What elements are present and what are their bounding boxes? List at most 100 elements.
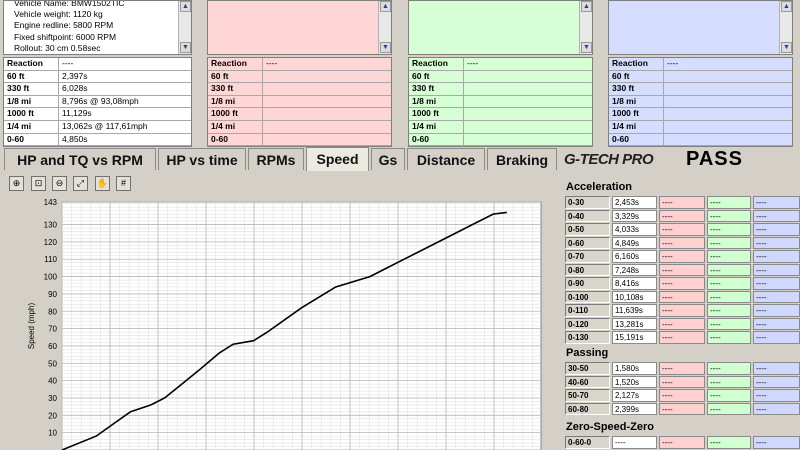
row-value	[263, 83, 266, 95]
table-row: 60 ft	[208, 70, 391, 84]
run1-time: 11,639s	[612, 304, 657, 317]
row-value	[464, 71, 467, 83]
row-value	[664, 121, 667, 133]
scroll-up-icon[interactable]: ▲	[380, 1, 391, 12]
fit-icon[interactable]: ⤢	[73, 176, 88, 191]
results-table-run1: Reaction ---- 60 ft 2,397s 330 ft 6,028s 1/8 m…	[3, 57, 192, 147]
row-label: 330 ft	[208, 83, 263, 95]
run4-time: ----	[753, 389, 800, 402]
run3-time: ----	[707, 375, 751, 388]
tab-hp-tq-vs-rpm[interactable]: HP and TQ vs RPM	[4, 148, 156, 170]
scroll-up-icon[interactable]: ▲	[781, 1, 792, 12]
result-row: 40-60 1,520s ---- ---- ----	[563, 375, 800, 390]
table-row: 1/8 mi	[208, 95, 391, 109]
run1-time: 4,849s	[612, 236, 657, 249]
scroll-up-icon[interactable]: ▲	[180, 1, 191, 12]
run1-time: 6,160s	[612, 250, 657, 263]
table-row: 60 ft	[409, 70, 592, 84]
run1-time: 13,281s	[612, 317, 657, 330]
grid-icon[interactable]: #	[116, 176, 131, 191]
result-row: 0-130 15,191s ---- ---- ----	[563, 331, 800, 345]
interval-label: 0-80	[565, 263, 610, 276]
row-label: 330 ft	[609, 83, 664, 95]
row-value	[263, 121, 266, 133]
run1-time: 1,580s	[612, 362, 657, 375]
table-row: 1000 ft 11,129s	[4, 108, 191, 121]
run2-time: ----	[659, 331, 705, 344]
result-row: 0-120 13,281s ---- ---- ----	[563, 317, 800, 332]
graph-tabs: HP and TQ vs RPM HP vs time RPMs Speed G…	[0, 147, 800, 171]
scrollbar[interactable]: ▲ ▼	[779, 1, 792, 54]
tab-speed[interactable]: Speed	[306, 147, 369, 171]
table-row: Reaction ----	[409, 58, 592, 71]
result-row: 0-60 4,849s ---- ---- ----	[563, 236, 800, 251]
zoom-in-icon[interactable]: ⊕	[9, 176, 24, 191]
result-row: 60-80 2,399s ---- ---- ----	[563, 402, 800, 417]
zoom-out-icon[interactable]: ⊖	[52, 176, 67, 191]
y-tick-label: 50	[48, 359, 57, 368]
run1-time: 7,248s	[612, 263, 657, 276]
row-value	[664, 108, 667, 120]
row-value: 4,850s	[62, 133, 88, 144]
run2-time: ----	[659, 250, 705, 263]
table-row: 1/8 mi 8,796s @ 93,08mph	[4, 95, 191, 109]
scrollbar[interactable]: ▲ ▼	[378, 1, 391, 54]
row-label: 0-60	[409, 133, 464, 146]
row-value	[464, 121, 467, 133]
pan-icon[interactable]: ✋	[95, 176, 110, 191]
scroll-down-icon[interactable]: ▼	[781, 42, 792, 53]
run3-time: ----	[707, 236, 751, 249]
run1-time: 2,127s	[612, 389, 657, 402]
run4-time: ----	[753, 317, 800, 330]
scroll-down-icon[interactable]: ▼	[380, 42, 391, 53]
info-pane-run2[interactable]: ▲ ▼	[207, 0, 392, 55]
table-row: 1/4 mi 13,062s @ 117,61mph	[4, 121, 191, 134]
y-tick-label: 80	[48, 307, 57, 316]
row-value: ----	[667, 58, 679, 68]
zoom-box-icon[interactable]: ⊡	[31, 176, 46, 191]
run1-time: 3,329s	[612, 209, 657, 222]
table-row: 1/4 mi	[208, 121, 391, 134]
table-row: 60 ft	[609, 70, 792, 84]
result-row: 0-100 10,108s ---- ---- ----	[563, 290, 800, 305]
zero-speed-zero-title: Zero-Speed-Zero	[566, 421, 655, 433]
row-label: 60 ft	[208, 70, 263, 83]
tab-braking[interactable]: Braking	[487, 148, 557, 170]
interval-label: 50-70	[565, 389, 610, 402]
row-label: Reaction	[409, 58, 464, 70]
row-label: 330 ft	[409, 83, 464, 95]
info-pane-run1[interactable]: Vehicle Name: BMW1502TIC Vehicle weight:…	[3, 0, 192, 55]
row-label: 1/4 mi	[609, 121, 664, 133]
info-pane-run4[interactable]: ▲ ▼	[608, 0, 793, 55]
table-row: 0-60	[609, 133, 792, 147]
info-pane-run3[interactable]: ▲ ▼	[408, 0, 593, 55]
tab-distance[interactable]: Distance	[407, 148, 485, 170]
interval-label: 0-120	[565, 317, 610, 330]
row-value	[263, 108, 266, 120]
row-value: ----	[266, 58, 278, 68]
tab-rpms[interactable]: RPMs	[248, 148, 304, 170]
row-label: 60 ft	[409, 70, 464, 83]
scroll-up-icon[interactable]: ▲	[581, 1, 592, 12]
run1-time: 4,033s	[612, 223, 657, 236]
speed-chart[interactable]: 143 130 120 110 100 90 80 70 60 50 40 30 20 10 Speed (…	[0, 194, 553, 450]
interval-label: 0-60	[565, 236, 610, 249]
interval-label: 0-130	[565, 331, 610, 344]
passing-title: Passing	[566, 347, 609, 359]
run4-time: ----	[753, 263, 800, 276]
row-label: 1/4 mi	[409, 121, 464, 133]
scroll-down-icon[interactable]: ▼	[180, 42, 191, 53]
table-row: 1000 ft	[409, 108, 592, 121]
scrollbar[interactable]: ▲ ▼	[178, 1, 191, 54]
scrollbar[interactable]: ▲ ▼	[579, 1, 592, 54]
table-row: 1000 ft	[609, 108, 792, 121]
tab-hp-vs-time[interactable]: HP vs time	[158, 148, 246, 170]
result-row: 30-50 1,580s ---- ---- ----	[563, 362, 800, 376]
row-label: 1000 ft	[409, 108, 464, 120]
table-row: 330 ft	[208, 83, 391, 96]
tab-gs[interactable]: Gs	[371, 148, 405, 170]
scroll-down-icon[interactable]: ▼	[581, 42, 592, 53]
row-value	[464, 96, 467, 108]
result-row: 0-30 2,453s ---- ---- ----	[563, 196, 800, 210]
run1-time: ----	[612, 436, 657, 449]
